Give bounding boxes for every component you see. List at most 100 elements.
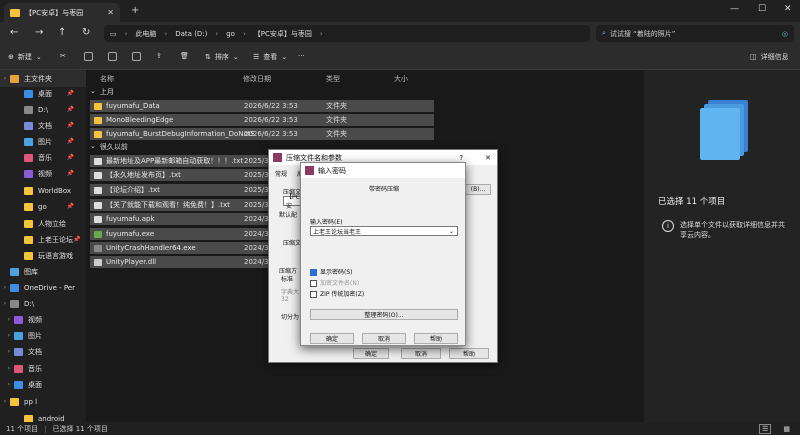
password-cancel-button[interactable]: 取消: [362, 333, 406, 344]
sidebar-item-8[interactable]: go 📌: [0, 198, 86, 215]
file-row[interactable]: fuyumafu_Data 2026/6/22 3:53 文件夹: [90, 100, 434, 112]
sidebar-item-6[interactable]: 视频 📌: [0, 165, 86, 182]
chevron-right-icon[interactable]: ›: [0, 398, 10, 405]
chevron-right-icon[interactable]: ›: [4, 316, 14, 323]
copy-icon[interactable]: [84, 52, 93, 61]
minimize-button[interactable]: —: [730, 4, 739, 14]
show-password-option[interactable]: 显示密码(S): [310, 267, 353, 276]
sidebar-item-10[interactable]: 上老王论坛 📌: [0, 231, 86, 248]
chevron-down-icon[interactable]: ⌄: [449, 228, 454, 235]
share-icon[interactable]: ⇪: [156, 52, 162, 60]
sidebar-item-2[interactable]: D:\ 📌: [0, 101, 86, 118]
close-button[interactable]: ✕: [784, 4, 792, 14]
password-help-button[interactable]: 帮助: [414, 333, 458, 344]
sidebar-item-15[interactable]: › 视频: [0, 311, 86, 328]
search-box[interactable]: ⌕ 试试搜 “着陆的照片” ◎: [596, 25, 794, 42]
chevron-right-icon[interactable]: ›: [0, 284, 10, 291]
encrypt-filenames-option[interactable]: 加密文件名(N): [310, 278, 359, 287]
more-button[interactable]: ···: [298, 52, 305, 60]
close-tab-icon[interactable]: ✕: [107, 8, 114, 17]
sidebar-item-5[interactable]: 音乐 📌: [0, 149, 86, 166]
checkbox-disabled[interactable]: [310, 280, 317, 287]
checkbox[interactable]: [310, 291, 317, 298]
ok-button[interactable]: 确定: [353, 348, 389, 359]
copilot-icon[interactable]: ◎: [782, 30, 788, 38]
sidebar-item-7[interactable]: WorldBox: [0, 182, 86, 199]
sort-button[interactable]: ⇅ 排序 ⌄: [205, 52, 239, 62]
sidebar-item-3[interactable]: 文档 📌: [0, 117, 86, 134]
chevron-right-icon[interactable]: ›: [4, 332, 14, 339]
checkbox-checked[interactable]: [310, 269, 317, 276]
sidebar-item-4[interactable]: 图片 📌: [0, 133, 86, 150]
group-header-last-month[interactable]: ⌄ 上月: [90, 87, 114, 97]
password-dialog-title: 输入密码: [318, 166, 346, 175]
browse-button[interactable]: (B)...: [465, 184, 491, 195]
crumb-current[interactable]: 【PC安卓】与枣园: [254, 29, 312, 39]
selected-count: 已选择 11 个项目: [52, 424, 108, 433]
zip-legacy-option[interactable]: ZIP 传统加密(Z): [310, 289, 364, 298]
tiles-view-icon[interactable]: ▦: [783, 425, 790, 433]
new-button[interactable]: ⊕ 新建 ⌄: [8, 52, 42, 62]
help-icon[interactable]: ?: [459, 154, 463, 162]
chevron-down-icon: ⌄: [232, 53, 239, 61]
chevron-down-icon: ⌄: [35, 53, 42, 61]
tab-general[interactable]: 常规: [275, 169, 287, 178]
sidebar-item-17[interactable]: › 文档: [0, 343, 86, 360]
sidebar-item-20[interactable]: › pp l: [0, 393, 86, 410]
sidebar-item-12[interactable]: 图库: [0, 263, 86, 280]
details-button[interactable]: ◫ 详细信息: [750, 52, 789, 62]
sidebar-item-9[interactable]: 人物立绘: [0, 215, 86, 232]
sidebar-item-icon: [24, 105, 33, 114]
file-row[interactable]: MonoBleedingEdge 2026/6/22 3:53 文件夹: [90, 114, 434, 126]
new-tab-button[interactable]: +: [131, 5, 139, 16]
sidebar-item-11[interactable]: 玩语言游戏: [0, 247, 86, 264]
chevron-right-icon[interactable]: ›: [4, 348, 14, 355]
password-ok-button[interactable]: 确定: [310, 333, 354, 344]
sidebar-item-icon: [24, 186, 33, 195]
chevron-right-icon[interactable]: ›: [0, 300, 10, 307]
crumb-this-pc[interactable]: 此电脑: [135, 29, 156, 39]
refresh-icon[interactable]: ↻: [82, 27, 90, 38]
back-icon[interactable]: ←: [10, 27, 18, 38]
rename-icon[interactable]: [132, 52, 141, 61]
cancel-button[interactable]: 取消: [401, 348, 441, 359]
sidebar-item-16[interactable]: › 图片: [0, 327, 86, 344]
file-row[interactable]: fuyumafu_BurstDebugInformation_DoNotS...…: [90, 128, 434, 140]
view-button[interactable]: ☰ 查看 ⌄: [253, 52, 287, 62]
paste-icon[interactable]: [108, 52, 117, 61]
sidebar-item-18[interactable]: › 音乐: [0, 360, 86, 377]
breadcrumb[interactable]: ▭ › 此电脑 › Data (D:) › go › 【PC安卓】与枣园 ›: [104, 25, 590, 42]
column-date[interactable]: 修改日期: [243, 74, 271, 84]
tab-current-folder[interactable]: 【PC安卓】与枣园 ✕: [4, 3, 120, 22]
chevron-right-icon[interactable]: ›: [4, 381, 14, 388]
forward-icon[interactable]: →: [35, 27, 43, 38]
pin-icon: 📌: [66, 138, 74, 145]
sidebar-item-14[interactable]: › D:\: [0, 295, 86, 312]
delete-icon[interactable]: 🗑: [180, 52, 189, 60]
sidebar-item-19[interactable]: › 桌面: [0, 376, 86, 393]
sidebar-item-label: 主文件夹: [24, 74, 52, 83]
help-button[interactable]: 帮助: [449, 348, 489, 359]
file-date: 2026/6/22 3:53: [244, 102, 298, 110]
cut-icon[interactable]: ✂: [60, 52, 66, 60]
sidebar-item-13[interactable]: › OneDrive - Per: [0, 279, 86, 296]
maximize-button[interactable]: ☐: [758, 4, 766, 14]
password-input[interactable]: 上老王论坛当老王 ⌄: [310, 226, 458, 236]
column-name[interactable]: 名称: [100, 74, 114, 84]
sidebar-item-1[interactable]: 桌面 📌: [0, 85, 86, 102]
up-icon[interactable]: ↑: [58, 27, 66, 38]
file-icon: [94, 102, 102, 110]
details-view-icon[interactable]: ☰: [759, 423, 772, 434]
crumb-go[interactable]: go: [226, 30, 235, 38]
column-type[interactable]: 类型: [326, 74, 340, 84]
close-icon[interactable]: ✕: [485, 154, 491, 162]
chevron-right-icon[interactable]: ›: [4, 365, 14, 372]
file-type: 文件夹: [326, 116, 347, 124]
chevron-right-icon[interactable]: ›: [0, 75, 10, 82]
group-header-long-ago[interactable]: ⌄ 很久以前: [90, 142, 128, 152]
column-size[interactable]: 大小: [394, 74, 408, 84]
crumb-drive[interactable]: Data (D:): [175, 30, 207, 38]
file-type: 文件夹: [326, 102, 347, 110]
sidebar-item-icon: [24, 202, 33, 211]
organize-passwords-button[interactable]: 整理密码(O)...: [310, 309, 458, 320]
